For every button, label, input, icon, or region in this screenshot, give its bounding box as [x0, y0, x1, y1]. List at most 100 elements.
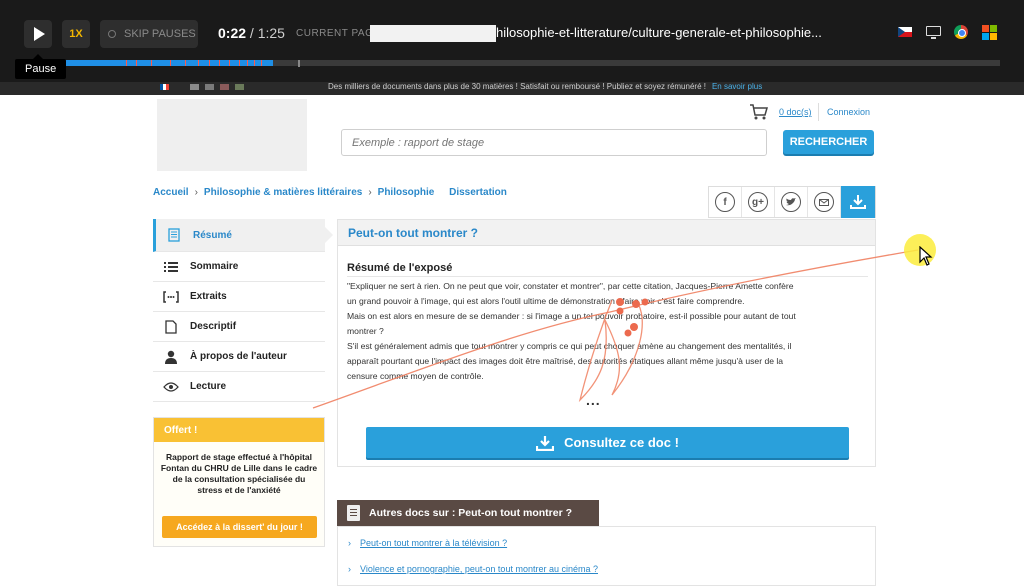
person-icon — [163, 350, 179, 364]
related-doc-link[interactable]: Violence et pornographie, peut-on tout m… — [348, 564, 598, 574]
pause-marker — [219, 60, 220, 66]
pause-marker — [170, 60, 171, 66]
nav-item-label: À propos de l'auteur — [190, 351, 287, 362]
divider — [818, 103, 819, 121]
timeline-marker — [298, 60, 300, 67]
site-logo-placeholder[interactable] — [157, 99, 307, 171]
login-link[interactable]: Connexion — [827, 107, 870, 117]
skip-pauses-button[interactable]: SKIP PAUSES — [100, 20, 198, 48]
site-strip-text: Des milliers de documents dans plus de 3… — [328, 82, 762, 91]
download-icon — [850, 195, 866, 209]
nav-item-label: Extraits — [190, 291, 227, 302]
time-total: / 1:25 — [246, 25, 285, 41]
quote-icon — [163, 290, 179, 303]
breadcrumb-separator — [440, 187, 443, 198]
offer-description[interactable]: Rapport de stage effectué à l'hôpital Fo… — [154, 442, 324, 496]
eye-icon — [163, 381, 179, 392]
play-button[interactable] — [24, 20, 52, 48]
toggle-dot-icon — [108, 30, 116, 38]
google-plus-icon: g+ — [748, 192, 768, 212]
twitter-share-button[interactable] — [775, 187, 808, 217]
facebook-icon: f — [715, 192, 735, 212]
related-docs-header: Autres docs sur : Peut-on tout montrer ? — [337, 500, 599, 526]
breadcrumb-separator: › — [368, 187, 372, 198]
skip-pauses-label: SKIP PAUSES — [124, 28, 196, 40]
list-icon — [163, 261, 179, 273]
flag-icon[interactable] — [220, 84, 229, 90]
pause-marker — [151, 60, 152, 66]
playback-time: 0:22 / 1:25 — [218, 25, 285, 41]
document-icon — [166, 228, 182, 242]
strip-message: Des milliers de documents dans plus de 3… — [328, 82, 706, 91]
nav-item-sommaire[interactable]: Sommaire — [153, 252, 325, 282]
nav-item-author[interactable]: À propos de l'auteur — [153, 342, 325, 372]
nav-item-label: Descriptif — [190, 321, 237, 332]
facebook-share-button[interactable]: f — [709, 187, 742, 217]
offer-box: Offert ! Rapport de stage effectué à l'h… — [153, 417, 325, 547]
related-docs-list: Peut-on tout montrer à la télévision ? V… — [337, 526, 876, 586]
cart-icon[interactable] — [750, 104, 768, 120]
breadcrumb-separator: › — [194, 187, 198, 198]
summary-line: "Expliquer ne sert à rien. On ne peut qu… — [347, 281, 794, 291]
document-icon — [347, 505, 360, 521]
breadcrumb-dissertation[interactable]: Dissertation — [449, 187, 507, 198]
consult-doc-label: Consultez ce doc ! — [564, 435, 679, 450]
windows-icon — [982, 25, 997, 40]
recorder-toolbar: 1X SKIP PAUSES 0:22 / 1:25 CURRENT PAGE:… — [0, 0, 1024, 95]
google-plus-share-button[interactable]: g+ — [742, 187, 775, 217]
cart-count-link[interactable]: 0 doc(s) — [779, 107, 812, 117]
divider — [347, 276, 868, 277]
download-button[interactable] — [841, 186, 875, 218]
pause-marker — [185, 60, 186, 66]
mouse-cursor-icon — [919, 246, 933, 266]
playback-timeline[interactable] — [24, 60, 1000, 66]
summary-line: montrer ? — [347, 326, 384, 336]
email-share-button[interactable] — [808, 187, 841, 217]
share-bar: f g+ — [708, 186, 876, 218]
french-flag-icon[interactable] — [160, 84, 169, 90]
time-current: 0:22 — [218, 25, 247, 41]
search-button[interactable]: RECHERCHER — [783, 130, 874, 154]
consult-doc-button[interactable]: Consultez ce doc ! — [366, 427, 849, 458]
language-flag-icon[interactable] — [190, 84, 199, 90]
document-summary-panel: Peut-on tout montrer ? Résumé de l'expos… — [337, 219, 876, 467]
truncation-ellipsis: ... — [586, 392, 601, 408]
nav-item-resume[interactable]: Résumé — [153, 219, 333, 252]
current-page-url: hilosophie-et-litterature/culture-genera… — [496, 25, 822, 40]
uk-flag-icon[interactable] — [205, 84, 214, 90]
offer-title: Offert ! — [154, 418, 324, 442]
summary-line: censure comme moyen de contrôle. — [347, 371, 484, 381]
breadcrumb-home[interactable]: Accueil — [153, 187, 189, 198]
nav-item-descriptif[interactable]: Descriptif — [153, 312, 325, 342]
play-icon — [34, 27, 45, 41]
pause-marker — [198, 60, 199, 66]
summary-line: S'il est généralement admis que tout mon… — [347, 341, 792, 351]
search-input[interactable] — [341, 129, 767, 156]
related-docs-title: Autres docs sur : Peut-on tout montrer ? — [369, 507, 573, 519]
flag-icon[interactable] — [235, 84, 244, 90]
download-icon — [536, 435, 555, 451]
related-doc-link[interactable]: Peut-on tout montrer à la télévision ? — [348, 538, 507, 548]
summary-text: "Expliquer ne sert à rien. On ne peut qu… — [347, 279, 869, 384]
pause-marker — [247, 60, 248, 66]
twitter-icon — [781, 192, 801, 212]
pause-marker — [209, 60, 210, 66]
daily-dissert-button[interactable]: Accédez à la dissert' du jour ! — [162, 516, 317, 538]
document-title: Peut-on tout montrer ? — [338, 220, 875, 246]
redacted-url-part — [370, 25, 496, 42]
breadcrumb-philosophy[interactable]: Philosophie — [378, 187, 435, 198]
speed-button[interactable]: 1X — [62, 20, 90, 48]
pause-marker — [126, 60, 127, 66]
document-nav: Résumé Sommaire Extraits Descriptif À pr… — [153, 219, 333, 402]
breadcrumb-philosophy-literature[interactable]: Philosophie & matières littéraires — [204, 187, 362, 198]
nav-item-extraits[interactable]: Extraits — [153, 282, 325, 312]
pause-tooltip: Pause — [15, 54, 67, 79]
pause-marker — [239, 60, 240, 66]
pause-marker — [136, 60, 137, 66]
nav-item-label: Sommaire — [190, 261, 239, 272]
learn-more-link[interactable]: En savoir plus — [712, 82, 762, 91]
nav-item-lecture[interactable]: Lecture — [153, 372, 325, 402]
pause-marker — [229, 60, 230, 66]
monitor-icon — [926, 26, 941, 39]
nav-item-label: Résumé — [193, 229, 232, 241]
